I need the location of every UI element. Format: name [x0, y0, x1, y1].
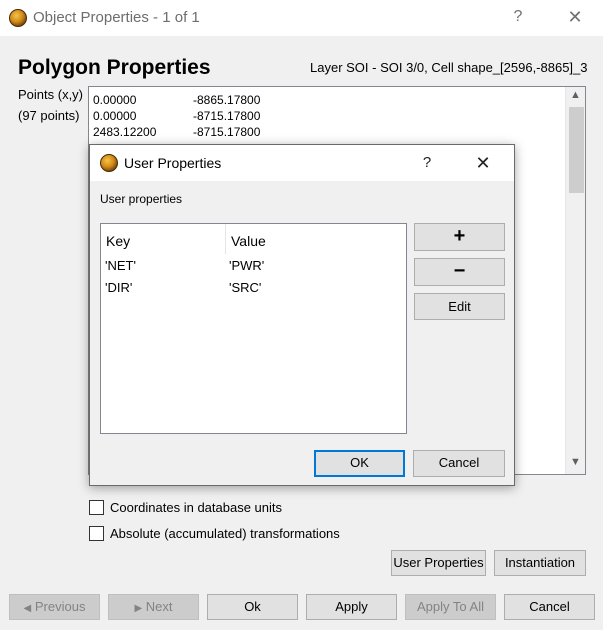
apply-button[interactable]: Apply	[306, 594, 397, 620]
point-x: 0.00000	[93, 109, 137, 123]
dialog-ok-button[interactable]: OK	[314, 450, 405, 477]
layer-info: Layer SOI - SOI 3/0, Cell shape_[2596,-8…	[310, 60, 588, 75]
apply-to-all-button[interactable]: Apply To All	[405, 594, 496, 620]
database-units-label: Coordinates in database units	[110, 500, 283, 515]
table-row[interactable]: 'NET' 'PWR'	[101, 257, 401, 277]
arrow-right-icon: ▶	[134, 603, 143, 614]
scrollbar-thumb[interactable]	[569, 107, 584, 193]
point-x: 2483.12200	[93, 125, 157, 139]
window-titlebar[interactable]: Object Properties - 1 of 1 ? ✕	[0, 0, 603, 36]
edit-property-button[interactable]: Edit	[414, 293, 505, 320]
dialog-help-button[interactable]: ?	[416, 154, 438, 171]
point-x: 0.00000	[93, 93, 137, 107]
app-logo-icon	[9, 9, 27, 27]
close-icon[interactable]: ✕	[470, 153, 496, 174]
row-value: 'SRC'	[229, 280, 262, 295]
plus-icon: +	[453, 225, 466, 247]
section-label: User properties	[100, 192, 183, 206]
point-y: -8715.17800	[193, 109, 261, 123]
app-logo-icon	[100, 154, 118, 172]
absolute-transform-label: Absolute (accumulated) transformations	[110, 526, 340, 541]
points-count: (97 points)	[18, 108, 80, 123]
help-button[interactable]: ?	[506, 8, 530, 26]
scroll-down-icon[interactable]: ▼	[567, 456, 584, 468]
dialog-cancel-button[interactable]: Cancel	[413, 450, 505, 477]
row-key: 'NET'	[105, 258, 136, 273]
point-y: -8715.17800	[193, 125, 261, 139]
next-button[interactable]: ▶ Next	[108, 594, 199, 620]
dialog-title: User Properties	[124, 155, 222, 171]
table-row[interactable]: 'DIR' 'SRC'	[101, 279, 401, 299]
user-properties-button[interactable]: User Properties	[391, 550, 486, 576]
next-label: Next	[145, 599, 173, 614]
scroll-up-icon[interactable]: ▲	[567, 89, 584, 101]
row-key: 'DIR'	[105, 280, 133, 295]
row-value: 'PWR'	[229, 258, 265, 273]
remove-property-button[interactable]: −	[414, 258, 505, 286]
user-properties-dialog[interactable]: User Properties ? ✕ User properties Key …	[89, 144, 515, 486]
previous-label: Previous	[34, 599, 86, 614]
dialog-titlebar[interactable]: User Properties ? ✕	[90, 145, 514, 181]
close-icon[interactable]: ✕	[562, 7, 588, 28]
window-title: Object Properties - 1 of 1	[33, 9, 200, 26]
column-divider	[225, 224, 226, 254]
instantiation-button[interactable]: Instantiation	[494, 550, 586, 576]
arrow-left-icon: ◀	[23, 603, 32, 614]
column-header-key[interactable]: Key	[106, 233, 130, 249]
points-label: Points (x,y)	[18, 87, 84, 102]
add-property-button[interactable]: +	[414, 223, 505, 251]
previous-button[interactable]: ◀ Previous	[9, 594, 100, 620]
vertical-scrollbar[interactable]: ▲ ▼	[565, 87, 585, 474]
column-header-value[interactable]: Value	[231, 233, 266, 249]
minus-icon: −	[453, 260, 466, 282]
ok-button[interactable]: Ok	[207, 594, 298, 620]
absolute-transform-checkbox[interactable]	[89, 526, 104, 541]
page-title: Polygon Properties	[18, 56, 211, 79]
database-units-checkbox[interactable]	[89, 500, 104, 515]
cancel-button[interactable]: Cancel	[504, 594, 595, 620]
point-y: -8865.17800	[193, 93, 261, 107]
properties-table[interactable]: Key Value 'NET' 'PWR' 'DIR' 'SRC'	[100, 223, 407, 434]
